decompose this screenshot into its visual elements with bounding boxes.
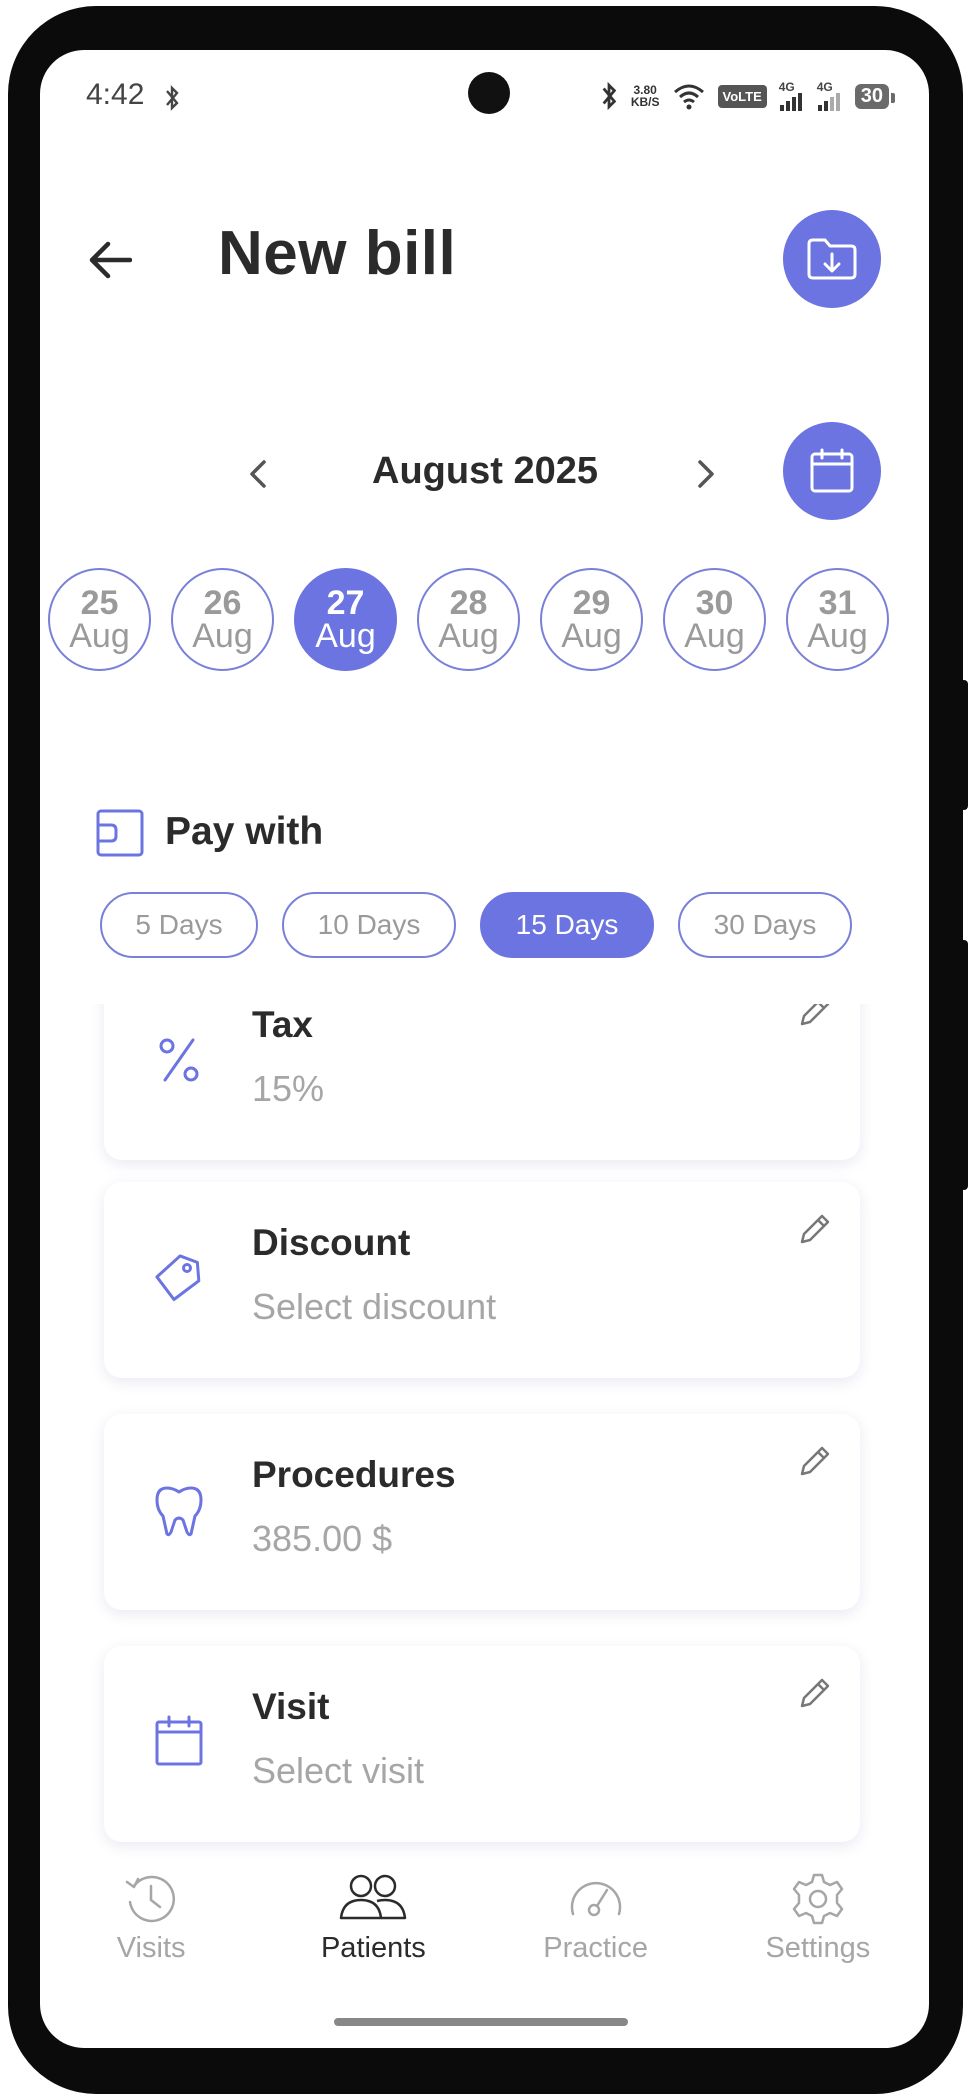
- discount-card[interactable]: Discount Select discount: [104, 1182, 860, 1378]
- folder-download-icon: [807, 238, 857, 280]
- status-time: 4:42: [86, 78, 145, 111]
- signal-icon: [817, 93, 840, 111]
- card-title: Procedures: [252, 1454, 456, 1495]
- day-chip-25[interactable]: 25 Aug: [48, 568, 151, 671]
- calendar-icon: [155, 1715, 203, 1766]
- day-month: Aug: [192, 616, 253, 655]
- tag-icon: [155, 1254, 201, 1302]
- day-chip-30[interactable]: 30 Aug: [663, 568, 766, 671]
- sim1-label: 4G: [778, 80, 795, 94]
- pencil-icon[interactable]: [794, 1210, 834, 1250]
- pencil-icon[interactable]: [794, 1004, 834, 1032]
- day-chip-27[interactable]: 27 Aug: [294, 568, 397, 671]
- card-value: 15%: [252, 1068, 325, 1109]
- net-speed: 3.80 KB/S: [631, 84, 660, 108]
- day-month: Aug: [315, 616, 376, 655]
- day-chip-31[interactable]: 31 Aug: [786, 568, 889, 671]
- volume-button: [960, 680, 968, 810]
- day-number: 29: [572, 583, 611, 622]
- nav-label: Patients: [320, 1932, 426, 1964]
- day-chip-28[interactable]: 28 Aug: [417, 568, 520, 671]
- bluetooth-icon: [602, 81, 617, 111]
- card-title: Tax: [252, 1004, 314, 1045]
- month-label: August 2025: [372, 450, 598, 492]
- battery-indicator: 30: [854, 83, 896, 109]
- day-month: Aug: [561, 616, 622, 655]
- day-chip-29[interactable]: 29 Aug: [540, 568, 643, 671]
- pencil-icon[interactable]: [794, 1674, 834, 1714]
- bottom-navigation: Visits Patients Practice Settings: [40, 1860, 929, 1990]
- volte-badge: VoLTE: [717, 84, 767, 108]
- term-15-days[interactable]: 15 Days: [480, 892, 654, 958]
- history-clock-icon: [125, 1875, 176, 1923]
- day-number: 31: [818, 583, 857, 622]
- chevron-left-icon[interactable]: [238, 454, 278, 494]
- procedures-card[interactable]: Procedures 385.00 $: [104, 1414, 860, 1610]
- nav-label: Visits: [116, 1932, 186, 1964]
- percent-icon: [159, 1038, 199, 1082]
- card-title: Discount: [252, 1222, 411, 1263]
- sim2-signal: 4G: [817, 81, 843, 111]
- day-number: 28: [449, 583, 488, 622]
- card-value: Select discount: [252, 1286, 497, 1327]
- bluetooth-icon: [166, 85, 179, 111]
- calendar-picker-button[interactable]: [783, 422, 881, 520]
- day-number: 26: [203, 583, 242, 622]
- bill-items-list: Tax 15% Discount Select discount Procedu…: [40, 1004, 929, 1894]
- day-month: Aug: [684, 616, 745, 655]
- nav-label: Settings: [765, 1932, 871, 1964]
- card-value: Select visit: [252, 1750, 425, 1791]
- sim2-label: 4G: [816, 80, 833, 94]
- card-value: 385.00 $: [252, 1518, 393, 1559]
- day-number: 27: [326, 583, 365, 622]
- nav-patients[interactable]: Patients: [262, 1860, 484, 1990]
- payment-terms: 5 Days 10 Days 15 Days 30 Days: [100, 892, 852, 958]
- signal-icon: [779, 93, 802, 111]
- power-button: [960, 940, 968, 1190]
- wifi-icon: [673, 84, 704, 110]
- tooth-icon: [155, 1486, 203, 1537]
- chevron-right-icon[interactable]: [686, 454, 726, 494]
- nav-practice[interactable]: Practice: [485, 1860, 707, 1990]
- wallet-icon: [96, 809, 144, 857]
- day-number: 30: [695, 583, 734, 622]
- calendar-icon: [810, 448, 854, 493]
- term-5-days[interactable]: 5 Days: [100, 892, 258, 958]
- home-indicator[interactable]: [334, 2018, 628, 2026]
- term-10-days[interactable]: 10 Days: [282, 892, 456, 958]
- day-month: Aug: [438, 616, 499, 655]
- back-button[interactable]: [80, 230, 140, 290]
- day-selector: 25 Aug 26 Aug 27 Aug 28 Aug 29 Aug 30 Au…: [48, 568, 889, 671]
- tax-card[interactable]: Tax 15%: [104, 1004, 860, 1160]
- page-title: New bill: [218, 219, 457, 288]
- export-button[interactable]: [783, 210, 881, 308]
- sim1-signal: 4G: [779, 81, 805, 111]
- day-number: 25: [80, 583, 119, 622]
- day-month: Aug: [69, 616, 130, 655]
- pay-with-label: Pay with: [165, 810, 324, 853]
- status-icons: 3.80 KB/S VoLTE 4G 4G 30: [599, 76, 896, 116]
- term-30-days[interactable]: 30 Days: [678, 892, 852, 958]
- screen: 4:42 3.80 KB/S VoLTE 4G 4G 30 New bill A…: [40, 50, 929, 2048]
- nav-label: Practice: [543, 1932, 648, 1964]
- day-month: Aug: [807, 616, 868, 655]
- gauge-icon: [570, 1881, 621, 1917]
- nav-settings[interactable]: Settings: [707, 1860, 929, 1990]
- visit-card[interactable]: Visit Select visit: [104, 1646, 860, 1842]
- nav-visits[interactable]: Visits: [40, 1860, 262, 1990]
- users-icon: [340, 1874, 407, 1920]
- arrow-left-icon: [89, 241, 132, 279]
- day-chip-26[interactable]: 26 Aug: [171, 568, 274, 671]
- gear-icon: [792, 1873, 844, 1925]
- net-speed-unit: KB/S: [630, 95, 660, 109]
- front-camera: [468, 72, 510, 114]
- card-title: Visit: [252, 1686, 330, 1727]
- pencil-icon[interactable]: [794, 1442, 834, 1482]
